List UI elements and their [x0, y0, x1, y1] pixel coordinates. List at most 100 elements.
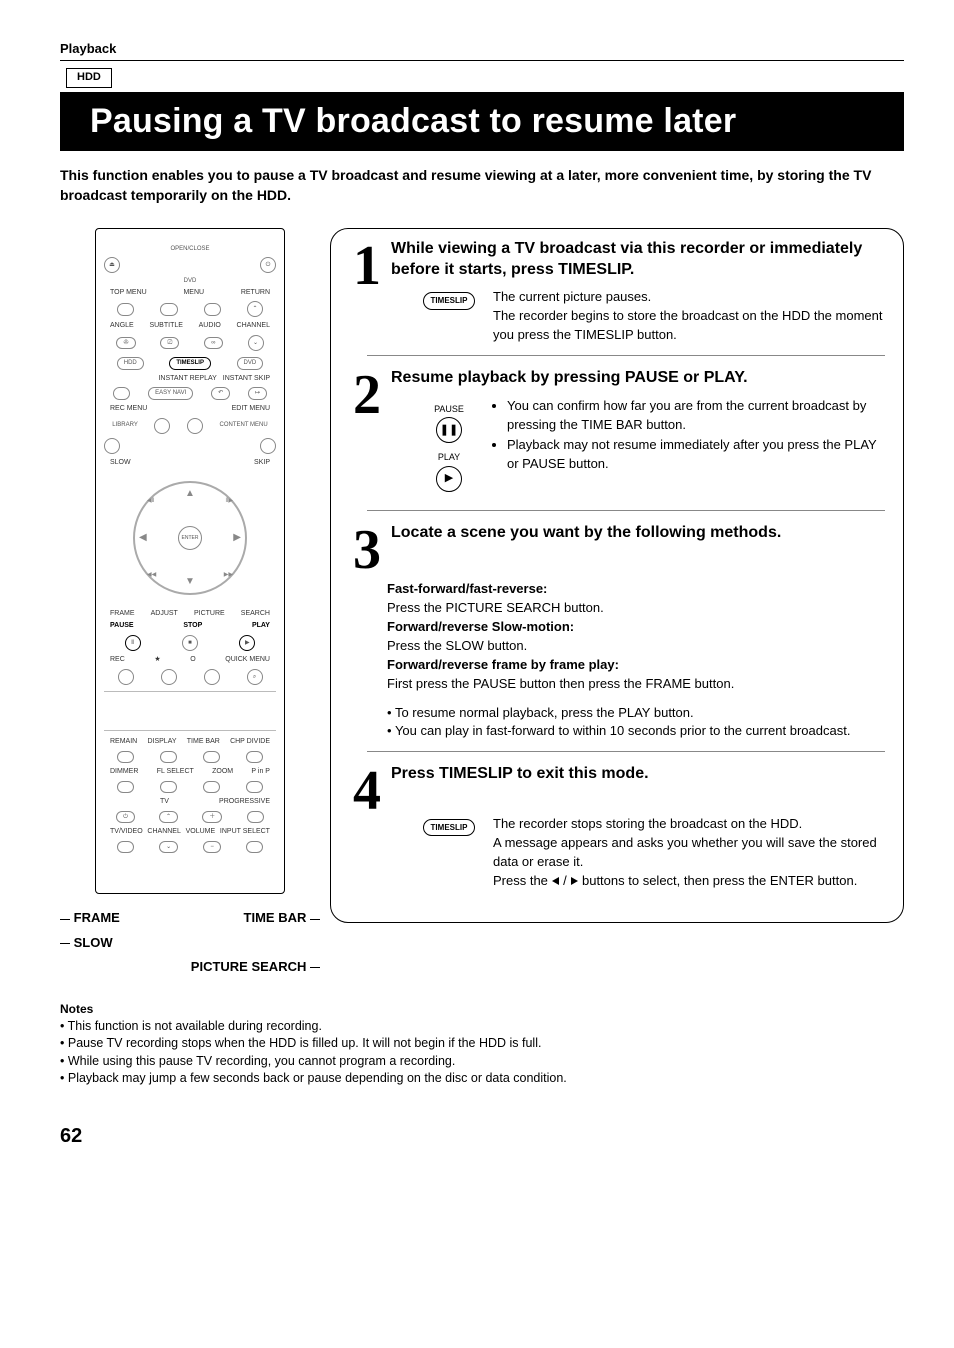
stop-button: ■ — [182, 635, 198, 651]
label-play: PLAY — [252, 621, 270, 631]
library-button — [104, 438, 120, 454]
notes-head: Notes — [60, 1001, 904, 1018]
page-number: 62 — [60, 1122, 904, 1150]
label-instant-skip: INSTANT SKIP — [223, 374, 270, 384]
label-display: DISPLAY — [147, 737, 176, 747]
label-remain: REMAIN — [110, 737, 137, 747]
dpad: ENTER ▲ ▼ ◀ ▶ ◀Ⅱ Ⅱ▶ ◀◀ ▶▶ — [125, 473, 255, 603]
tv-down-button: ⌄ — [159, 841, 178, 853]
note-3: While using this pause TV recording, you… — [60, 1053, 904, 1071]
tv-video-button — [117, 841, 134, 853]
audio-button: ∞ — [204, 337, 222, 349]
label-return: RETURN — [241, 288, 270, 298]
label-time-bar: TIME BAR — [187, 737, 220, 747]
dimmer-button — [117, 781, 134, 793]
play-label: PLAY — [421, 451, 477, 464]
step-3-n1: • To resume normal playback, press the P… — [387, 704, 885, 723]
step-3-l2: Press the SLOW button. — [387, 637, 885, 656]
remote-diagram: OPEN/CLOSE ⏏ ⏻ DVD TOP MENU MENU RETURN — [95, 228, 285, 895]
frame-fwd-icon: Ⅱ▶ — [225, 497, 233, 505]
hdd-tag: HDD — [66, 68, 112, 87]
step-1-text2: The recorder begins to store the broadca… — [493, 307, 885, 345]
step-2-bullet2: Playback may not resume immediately afte… — [507, 436, 885, 474]
steps-panel: 1 While viewing a TV broadcast via this … — [330, 228, 904, 924]
step-1-text1: The current picture pauses. — [493, 288, 885, 307]
label-progressive: PROGRESSIVE — [219, 797, 270, 807]
menu-button — [160, 303, 177, 315]
pause-button: Ⅱ — [125, 635, 141, 651]
step-3-n2: • You can play in fast-forward to within… — [387, 722, 885, 741]
label-chp-divide: CHP DIVIDE — [230, 737, 270, 747]
time-bar-button — [203, 751, 220, 763]
tv-power-button: ⏻ — [116, 811, 135, 823]
input-select-button — [246, 841, 263, 853]
tv-plus-button: ＋ — [202, 811, 222, 823]
left-arrow-icon — [552, 877, 559, 885]
label-dvd: DVD — [104, 277, 276, 285]
label-adjust: ADJUST — [151, 609, 178, 619]
blank-chip — [113, 387, 130, 399]
page-title: Pausing a TV broadcast to resume later — [60, 92, 904, 152]
label-dimmer: DIMMER — [110, 767, 138, 777]
label-star: ★ — [154, 655, 160, 665]
label-library: LIBRARY — [112, 421, 138, 429]
progressive-button — [247, 811, 264, 823]
pause-icon: ❚❚ — [436, 417, 462, 443]
fl-select-button — [160, 781, 177, 793]
callout-time-bar: TIME BAR — [244, 910, 307, 925]
label-fl-select: FL SELECT — [157, 767, 194, 777]
label-pinp: P in P — [251, 767, 270, 777]
step-2: 2 Resume playback by pressing PAUSE or P… — [337, 368, 885, 500]
quick-menu-button: ⌕ — [247, 669, 263, 685]
step-3: 3 Locate a scene you want by the followi… — [337, 523, 885, 575]
dvd-chip: DVD — [237, 357, 264, 369]
search-fwd-icon: ▶▶ — [224, 571, 233, 579]
label-o: O — [190, 655, 195, 665]
step-4-head: Press TIMESLIP to exit this mode. — [391, 764, 885, 785]
enter-button: ENTER — [178, 526, 202, 550]
angle-button: ✇ — [116, 337, 135, 349]
eject-icon: ⏏ — [104, 257, 120, 273]
rec-menu-button — [154, 418, 170, 434]
label-channel: CHANNEL — [237, 321, 270, 331]
timeslip-button-icon: TIMESLIP — [423, 292, 476, 309]
timeslip-button-icon-2: TIMESLIP — [423, 819, 476, 836]
label-tv: TV — [110, 797, 219, 807]
step-3-head: Locate a scene you want by the following… — [391, 523, 885, 544]
label-top-menu: TOP MENU — [110, 288, 147, 298]
remote-column: OPEN/CLOSE ⏏ ⏻ DVD TOP MENU MENU RETURN — [60, 228, 320, 979]
right-arrow-icon: ▶ — [233, 531, 241, 545]
tv-minus-button: − — [203, 841, 221, 853]
left-arrow-icon: ◀ — [139, 531, 147, 545]
label-zoom: ZOOM — [212, 767, 233, 777]
star-button — [161, 669, 177, 685]
label-search: SEARCH — [241, 609, 270, 619]
timeslip-chip: TIMESLIP — [169, 357, 211, 369]
step-1-head: While viewing a TV broadcast via this re… — [391, 239, 885, 281]
section-label: Playback — [60, 40, 904, 61]
step-3-number: 3 — [337, 523, 381, 575]
play-button: ▶ — [239, 635, 255, 651]
subtitle-button: ⎚ — [160, 337, 179, 349]
notes-section: Notes This function is not available dur… — [60, 1001, 904, 1088]
play-icon: ▶ — [436, 466, 462, 492]
intro-text: This function enables you to pause a TV … — [60, 165, 904, 206]
label-content-menu: CONTENT MENU — [219, 421, 267, 429]
tv-up-button: ⌃ — [159, 811, 178, 823]
label-instant-replay: INSTANT REPLAY — [158, 374, 216, 384]
rec-button — [118, 669, 134, 685]
label-slow: SLOW — [110, 458, 190, 468]
zoom-button — [203, 781, 220, 793]
label-subtitle: SUBTITLE — [149, 321, 182, 331]
pinp-button — [246, 781, 263, 793]
step-1-number: 1 — [337, 239, 381, 345]
step-2-head: Resume playback by pressing PAUSE or PLA… — [391, 368, 885, 389]
label-stop: STOP — [183, 621, 202, 631]
step-2-number: 2 — [337, 368, 381, 500]
remain-button — [117, 751, 134, 763]
label-audio: AUDIO — [199, 321, 221, 331]
label-menu: MENU — [183, 288, 204, 298]
note-4: Playback may jump a few seconds back or … — [60, 1070, 904, 1088]
frame-rev-icon: ◀Ⅱ — [147, 497, 155, 505]
o-button — [204, 669, 220, 685]
